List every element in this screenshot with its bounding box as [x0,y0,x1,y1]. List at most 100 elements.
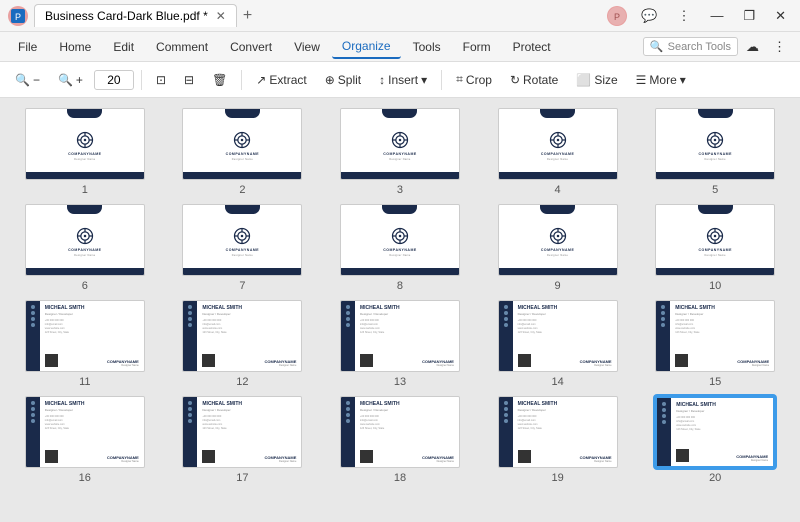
page-thumbnail[interactable]: COMPANYNAME Designer Name [655,204,775,276]
page-number: 4 [555,184,561,196]
more-label: More [649,73,676,87]
page-thumbnail[interactable]: COMPANYNAME Designer Name [498,204,618,276]
cloud-button[interactable]: ☁ [740,37,765,57]
list-item[interactable]: COMPANYNAME Designer Name 3 [325,108,475,196]
page-thumbnail[interactable]: MICHEAL SMITH Designer / Developer +00 0… [340,396,460,468]
page-number: 17 [236,472,248,484]
page-thumbnail[interactable]: COMPANYNAME Designer Name [182,108,302,180]
page-thumbnail[interactable]: MICHEAL SMITH Designer / Developer +00 0… [25,396,145,468]
chat-icon[interactable]: 💬 [635,6,663,26]
page-thumbnails-area: COMPANYNAME Designer Name 1 COMPANYNAME … [0,98,800,522]
menu-file[interactable]: File [8,36,47,58]
page-thumbnail[interactable]: COMPANYNAME Designer Name [655,108,775,180]
list-item[interactable]: MICHEAL SMITH Designer / Developer +00 0… [325,396,475,484]
insert-icon: ↕ [379,73,385,87]
list-item[interactable]: COMPANYNAME Designer Name 8 [325,204,475,292]
zoom-in-button[interactable]: 🔍+ [51,70,90,90]
tab-close-btn[interactable]: ✕ [216,9,226,23]
thumbnail-grid: COMPANYNAME Designer Name 1 COMPANYNAME … [10,108,790,484]
list-item[interactable]: MICHEAL SMITH Designer / Developer +00 0… [168,300,318,388]
minimize-button[interactable]: — [704,6,729,25]
list-item[interactable]: COMPANYNAME Designer Name 5 [640,108,790,196]
list-item[interactable]: MICHEAL SMITH Designer / Developer +00 0… [483,396,633,484]
page-thumbnail[interactable]: COMPANYNAME Designer Name [340,108,460,180]
zoom-value-input[interactable] [94,70,134,90]
split-button[interactable]: ⊕ Split [318,70,368,90]
toolbar: 🔍− 🔍+ ⊡ ⊟ 🗑 ↗ Extract ⊕ Split ↕ Insert ▾… [0,62,800,98]
fit-width-button[interactable]: ⊟ [177,70,201,90]
page-thumbnail[interactable]: MICHEAL SMITH Designer / Developer +00 0… [340,300,460,372]
list-item[interactable]: MICHEAL SMITH Designer / Developer +00 0… [10,396,160,484]
delete-icon: 🗑 [212,73,227,87]
page-number: 18 [394,472,406,484]
menu-convert[interactable]: Convert [220,36,282,58]
tab-title: Business Card-Dark Blue.pdf * [45,9,208,23]
list-item[interactable]: MICHEAL SMITH Designer / Developer +00 0… [640,396,790,484]
page-thumbnail[interactable]: MICHEAL SMITH Designer / Developer +00 0… [655,300,775,372]
maximize-button[interactable]: ❐ [737,6,761,26]
menu-comment[interactable]: Comment [146,36,218,58]
menu-tools[interactable]: Tools [403,36,451,58]
add-tab-button[interactable]: + [243,7,252,25]
page-thumbnail[interactable]: COMPANYNAME Designer Name [498,108,618,180]
extract-button[interactable]: ↗ Extract [249,70,313,90]
menu-dots-button[interactable]: ⋮ [671,6,696,26]
page-number: 9 [555,280,561,292]
size-button[interactable]: ⬜ Size [569,70,624,90]
page-thumbnail[interactable]: MICHEAL SMITH Designer / Developer +00 0… [498,396,618,468]
page-thumbnail[interactable]: COMPANYNAME Designer Name [25,204,145,276]
title-bar-left: P Business Card-Dark Blue.pdf * ✕ + [8,4,252,27]
page-thumbnail[interactable]: COMPANYNAME Designer Name [340,204,460,276]
list-item[interactable]: MICHEAL SMITH Designer / Developer +00 0… [168,396,318,484]
more-menu-button[interactable]: ⋮ [767,37,792,57]
page-number: 8 [397,280,403,292]
extract-label: Extract [269,73,306,87]
close-button[interactable]: ✕ [769,6,792,26]
menu-edit[interactable]: Edit [103,36,144,58]
active-tab[interactable]: Business Card-Dark Blue.pdf * ✕ [34,4,237,27]
insert-button[interactable]: ↕ Insert ▾ [372,70,434,90]
page-number: 14 [551,376,563,388]
page-number: 3 [397,184,403,196]
menu-form[interactable]: Form [453,36,501,58]
page-thumbnail[interactable]: COMPANYNAME Designer Name [25,108,145,180]
list-item[interactable]: MICHEAL SMITH Designer / Developer +00 0… [325,300,475,388]
page-number: 20 [709,472,721,484]
page-thumbnail[interactable]: COMPANYNAME Designer Name [182,204,302,276]
list-item[interactable]: COMPANYNAME Designer Name 6 [10,204,160,292]
search-tools-box[interactable]: 🔍 Search Tools [643,37,738,56]
insert-label: Insert [388,73,418,87]
title-bar-right: P 💬 ⋮ — ❐ ✕ [607,6,792,26]
list-item[interactable]: COMPANYNAME Designer Name 10 [640,204,790,292]
size-label: Size [594,73,617,87]
list-item[interactable]: MICHEAL SMITH Designer / Developer +00 0… [483,300,633,388]
rotate-button[interactable]: ↻ Rotate [503,70,565,90]
list-item[interactable]: COMPANYNAME Designer Name 7 [168,204,318,292]
menu-organize[interactable]: Organize [332,35,401,59]
list-item[interactable]: COMPANYNAME Designer Name 9 [483,204,633,292]
menu-protect[interactable]: Protect [503,36,561,58]
list-item[interactable]: COMPANYNAME Designer Name 2 [168,108,318,196]
toolbar-sep-1 [141,70,142,90]
list-item[interactable]: COMPANYNAME Designer Name 4 [483,108,633,196]
zoom-out-button[interactable]: 🔍− [8,70,47,90]
page-thumbnail[interactable]: MICHEAL SMITH Designer / Developer +00 0… [182,396,302,468]
page-number: 16 [79,472,91,484]
page-number: 10 [709,280,721,292]
page-thumbnail[interactable]: MICHEAL SMITH Designer / Developer +00 0… [182,300,302,372]
svg-text:P: P [15,12,21,22]
page-thumbnail[interactable]: MICHEAL SMITH Designer / Developer +00 0… [655,396,775,468]
page-number: 13 [394,376,406,388]
list-item[interactable]: MICHEAL SMITH Designer / Developer +00 0… [640,300,790,388]
more-button[interactable]: ☰ More ▾ [629,70,693,90]
menu-view[interactable]: View [284,36,330,58]
page-thumbnail[interactable]: MICHEAL SMITH Designer / Developer +00 0… [25,300,145,372]
list-item[interactable]: MICHEAL SMITH Designer / Developer +00 0… [10,300,160,388]
extract-icon: ↗ [256,73,266,87]
menu-home[interactable]: Home [49,36,101,58]
page-thumbnail[interactable]: MICHEAL SMITH Designer / Developer +00 0… [498,300,618,372]
list-item[interactable]: COMPANYNAME Designer Name 1 [10,108,160,196]
delete-button[interactable]: 🗑 [205,70,234,90]
crop-button[interactable]: ⌗ Crop [449,69,499,90]
fit-page-button[interactable]: ⊡ [149,70,173,90]
